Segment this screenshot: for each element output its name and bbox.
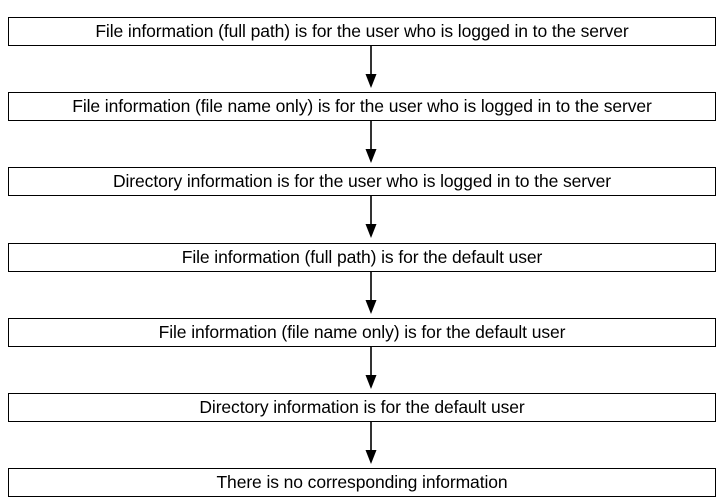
- flow-step-7: There is no corresponding information: [8, 468, 716, 497]
- down-arrow-icon: [365, 196, 377, 238]
- flow-arrow-3: [364, 196, 378, 240]
- flow-step-label: File information (full path) is for the …: [95, 20, 629, 41]
- flow-step-label: There is no corresponding information: [216, 471, 508, 492]
- flow-arrow-1: [364, 46, 378, 90]
- flow-step-4: File information (full path) is for the …: [8, 243, 716, 272]
- down-arrow-icon: [365, 422, 377, 464]
- flow-arrow-2: [364, 121, 378, 165]
- flow-arrow-5: [364, 347, 378, 391]
- flow-step-label: Directory information is for the default…: [199, 396, 525, 417]
- down-arrow-icon: [365, 347, 377, 389]
- flow-arrow-6: [364, 422, 378, 466]
- flow-step-label: Directory information is for the user wh…: [112, 170, 611, 191]
- down-arrow-icon: [365, 46, 377, 88]
- flow-step-5: File information (file name only) is for…: [8, 318, 716, 347]
- flow-arrow-4: [364, 272, 378, 316]
- flow-step-3: Directory information is for the user wh…: [8, 167, 716, 196]
- down-arrow-icon: [365, 121, 377, 163]
- flow-step-label: File information (full path) is for the …: [181, 246, 543, 267]
- flow-step-6: Directory information is for the default…: [8, 393, 716, 422]
- flow-step-label: File information (file name only) is for…: [72, 95, 652, 116]
- priority-flowchart: File information (full path) is for the …: [0, 0, 720, 503]
- flow-step-1: File information (full path) is for the …: [8, 17, 716, 46]
- flow-step-2: File information (file name only) is for…: [8, 92, 716, 121]
- flow-step-label: File information (file name only) is for…: [158, 321, 566, 342]
- down-arrow-icon: [365, 272, 377, 314]
